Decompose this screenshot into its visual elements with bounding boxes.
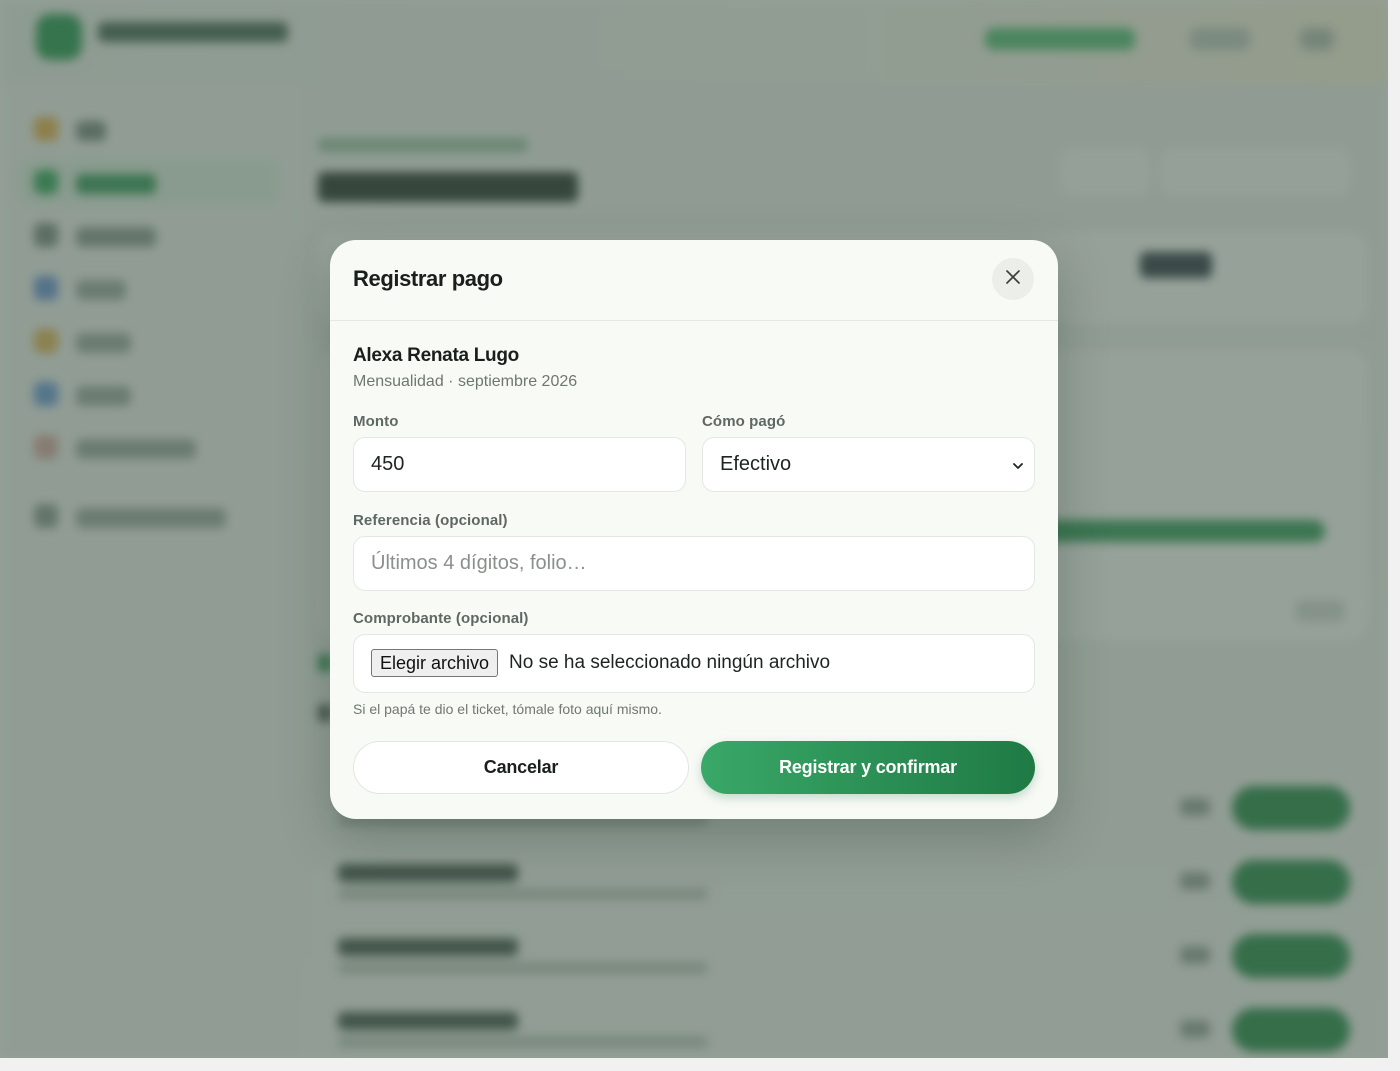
receipt-hint: Si el papá te dio el ticket, tómale foto…	[353, 701, 662, 717]
close-button[interactable]	[992, 258, 1034, 300]
payment-method-value: Efectivo	[720, 453, 792, 475]
amount-label: Monto	[353, 413, 399, 430]
student-name: Alexa Renata Lugo	[353, 345, 519, 366]
receipt-file-input[interactable]: Elegir archivo No se ha seleccionado nin…	[353, 634, 1035, 693]
close-icon	[1005, 269, 1021, 290]
charge-detail: Mensualidad · septiembre 2026	[353, 373, 578, 390]
chevron-down-icon	[1012, 459, 1024, 477]
cancel-button[interactable]: Cancelar	[353, 741, 689, 794]
reference-placeholder: Últimos 4 dígitos, folio…	[371, 552, 587, 574]
payment-method-select[interactable]: Efectivo	[702, 437, 1035, 492]
register-confirm-button[interactable]: Registrar y confirmar	[701, 741, 1035, 794]
register-payment-dialog: Registrar pago Alexa Renata Lugo Mensual…	[330, 240, 1058, 819]
amount-value: 450	[371, 453, 405, 475]
reference-label: Referencia (opcional)	[353, 512, 508, 529]
receipt-label: Comprobante (opcional)	[353, 610, 529, 627]
horizontal-scrollbar[interactable]	[0, 1058, 1400, 1071]
dialog-title: Registrar pago	[353, 266, 503, 291]
vertical-scrollbar[interactable]	[1388, 0, 1400, 1071]
reference-input[interactable]: Últimos 4 dígitos, folio…	[353, 536, 1035, 591]
dialog-header: Registrar pago	[330, 240, 1058, 321]
amount-input[interactable]: 450	[353, 437, 686, 492]
choose-file-button[interactable]: Elegir archivo	[371, 649, 499, 677]
payment-method-label: Cómo pagó	[702, 413, 786, 430]
file-status-text: No se ha seleccionado ningún archivo	[509, 652, 831, 673]
